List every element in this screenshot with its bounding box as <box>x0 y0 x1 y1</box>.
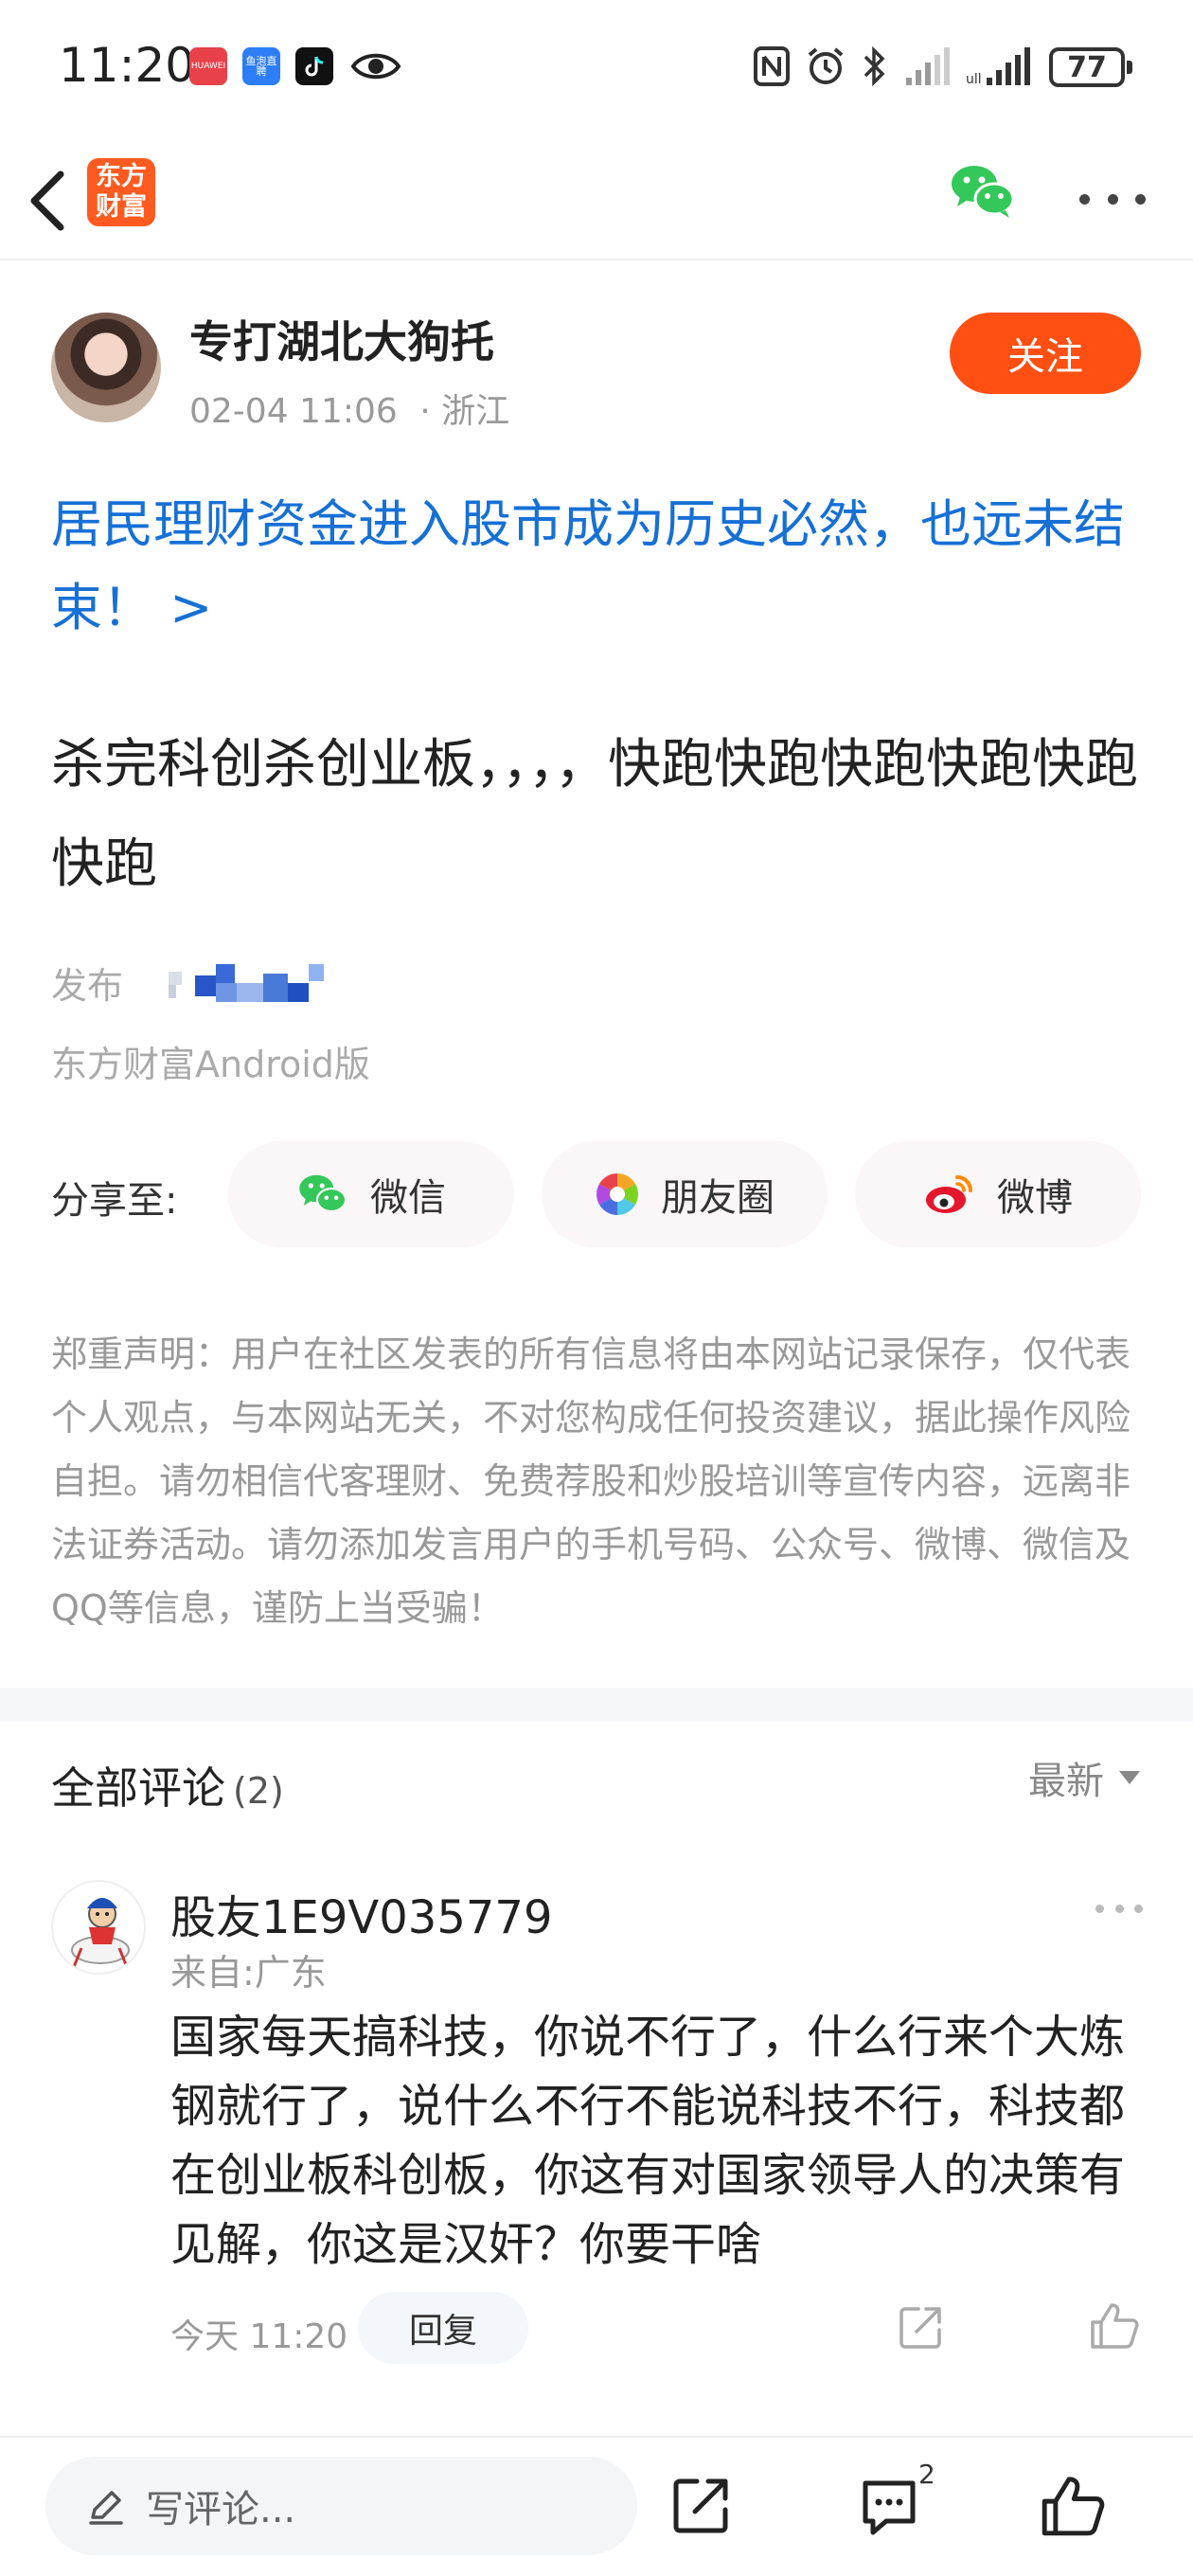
publish-label: 发布 <box>51 965 124 1007</box>
commenter-avatar[interactable] <box>51 1880 146 1975</box>
sort-label: 最新 <box>1028 1760 1104 1803</box>
svg-text:ull: ull <box>966 72 982 87</box>
comment-count-badge: 2 <box>918 2459 935 2490</box>
status-time: 11:20 <box>59 38 196 93</box>
app-logo[interactable]: 东方财富 <box>87 158 155 226</box>
status-bar: 11:20 HUAWEI 鱼泡直聘 ull 77 <box>0 0 1193 142</box>
post-datetime: 02-04 11:06 <box>189 392 398 431</box>
alarm-icon <box>808 47 844 84</box>
weibo-icon <box>926 1175 972 1213</box>
sort-dropdown[interactable]: 最新 <box>1028 1750 1140 1805</box>
moments-icon <box>596 1173 638 1215</box>
huawei-app-icon: HUAWEI <box>189 47 227 85</box>
share-moments-label: 朋友圈 <box>661 1176 775 1220</box>
post-location: · 浙江 <box>419 392 510 431</box>
signal-icon-2: ull <box>966 47 1030 87</box>
comment-placeholder: 写评论... <box>146 2488 296 2531</box>
share-wechat-button[interactable]: 微信 <box>228 1141 514 1247</box>
comment-text: 国家每天搞科技，你说不行了，什么行来个大炼钢就行了，说什么不行不能说科技不行，科… <box>170 2011 1126 2271</box>
share-weibo-label: 微博 <box>997 1176 1073 1220</box>
nfc-icon <box>754 46 790 86</box>
comments-title: 全部评论 <box>51 1762 225 1814</box>
share-label: 分享至: <box>51 1179 178 1223</box>
section-divider <box>0 1688 1193 1722</box>
share-wechat-label: 微信 <box>370 1176 446 1220</box>
signal-icon-1 <box>906 47 950 85</box>
pencil-icon <box>89 2491 123 2525</box>
redacted-mosaic <box>169 964 325 1002</box>
tiktok-icon <box>295 47 333 85</box>
follow-button[interactable]: 关注 <box>950 313 1141 394</box>
topic-link[interactable]: 居民理财资金进入股市成为历史必然，也远未结束！ > <box>51 483 1149 650</box>
author-avatar[interactable] <box>51 313 161 422</box>
comment-more-icon[interactable] <box>1095 1902 1143 1915</box>
comment-time: 今天 11:20 <box>170 2317 348 2356</box>
comment-share-icon[interactable] <box>898 2303 945 2351</box>
post-body: 杀完科创杀创业板，，，，快跑快跑快跑快跑快跑快跑 <box>51 734 1138 895</box>
disclaimer-text: 郑重声明：用户在社区发表的所有信息将由本网站记录保存，仅代表个人观点，与本网站无… <box>51 1333 1131 1629</box>
back-arrow-icon[interactable] <box>19 161 76 237</box>
write-comment-input[interactable]: 写评论... <box>45 2457 637 2555</box>
wechat-share-icon[interactable] <box>949 161 1017 222</box>
bluetooth-icon <box>864 45 885 87</box>
wechat-icon <box>299 1174 347 1213</box>
like-icon[interactable] <box>1040 2472 1106 2538</box>
share-moments-button[interactable]: 朋友圈 <box>542 1141 828 1247</box>
battery-indicator: 77 <box>1049 47 1132 87</box>
share-weibo-button[interactable]: 微博 <box>855 1141 1141 1247</box>
post-meta: 02-04 11:06 · 浙江 <box>189 384 509 433</box>
comments-header: 全部评论 (2) <box>51 1754 284 1816</box>
commenter-name[interactable]: 股友1E9V035779 <box>170 1880 552 1946</box>
comment-icon[interactable] <box>858 2476 920 2538</box>
top-nav-bar: 东方财富 <box>0 142 1193 260</box>
share-icon[interactable] <box>670 2474 733 2536</box>
eye-icon <box>350 53 401 80</box>
comment-like-icon[interactable] <box>1089 2299 1140 2351</box>
yupao-app-icon: 鱼泡直聘 <box>242 47 280 85</box>
post-source: 东方财富Android版 <box>51 1044 370 1085</box>
commenter-location: 来自:广东 <box>170 1952 327 1994</box>
author-name[interactable]: 专打湖北大狗托 <box>189 308 494 370</box>
caret-down-icon <box>1119 1771 1140 1784</box>
more-options-icon[interactable] <box>1079 189 1146 208</box>
bottom-action-bar: 写评论... 2 <box>0 2436 1193 2576</box>
comments-count: (2) <box>233 1770 284 1812</box>
reply-button[interactable]: 回复 <box>358 2292 528 2364</box>
